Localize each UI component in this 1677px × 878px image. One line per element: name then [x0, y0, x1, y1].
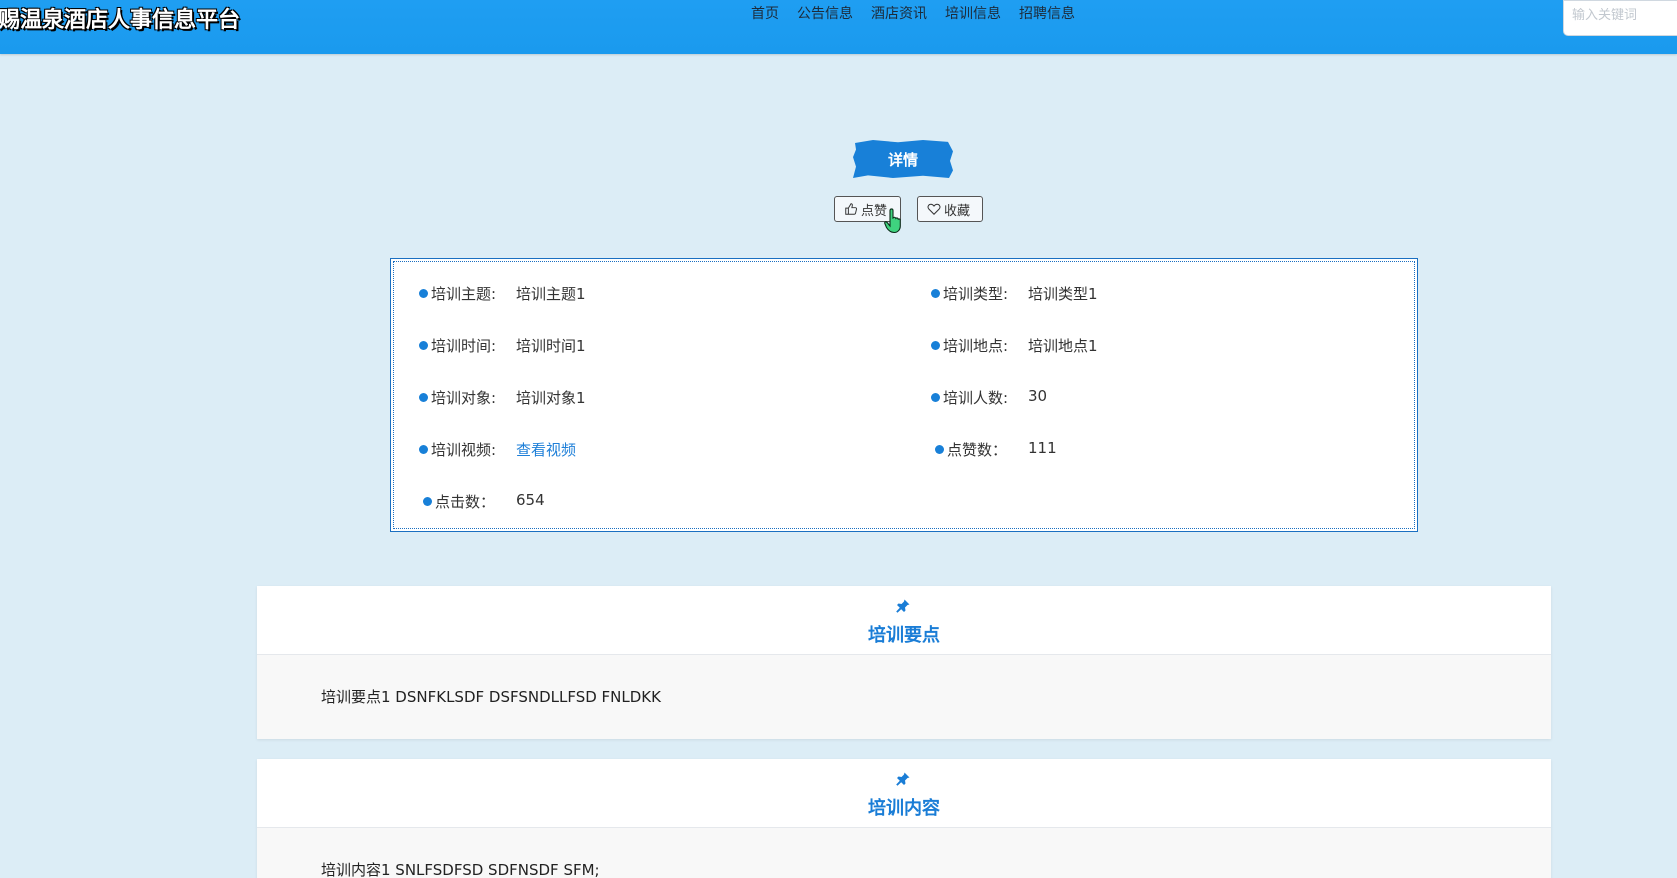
info-row: 培训对象: 培训对象1 [419, 387, 586, 408]
section-content: 培训要点1 DSNFKLSDF DSFSNDLLFSD FNLDKK [321, 688, 661, 706]
bullet-dot-icon [423, 497, 432, 506]
pin-icon [896, 772, 910, 786]
like-button[interactable]: 点赞 [834, 196, 901, 222]
bullet-dot-icon [935, 445, 944, 454]
section-header: 培训要点 [257, 586, 1551, 655]
like-label: 点赞 [861, 203, 888, 219]
section-title: 培训要点 [868, 625, 940, 646]
section-title: 培训内容 [868, 798, 940, 819]
section-header: 培训内容 [257, 759, 1551, 828]
info-value: 111 [1028, 439, 1057, 457]
training-info-card: 培训主题: 培训主题1 培训类型: 培训类型1 培训时间: 培训时间1 培训地点… [390, 258, 1418, 532]
info-value: 培训类型1 [1028, 285, 1098, 303]
info-value: 培训时间1 [516, 337, 586, 355]
nav-item-hotel-news[interactable]: 酒店资讯 [862, 4, 936, 26]
page: 赐温泉酒店人事信息平台 首页 公告信息 酒店资讯 培训信息 招聘信息 详情 点赞… [0, 0, 1677, 878]
info-label: 培训地点: [943, 337, 1009, 355]
info-label: 培训类型: [943, 285, 1009, 303]
training-key-points-section: 培训要点 培训要点1 DSNFKLSDF DSFSNDLLFSD FNLDKK [257, 586, 1551, 739]
info-row: 培训时间: 培训时间1 [419, 335, 586, 356]
bullet-dot-icon [931, 393, 940, 402]
info-label: 点击数： [435, 493, 496, 511]
info-label: 培训人数: [943, 389, 1009, 407]
info-row: 点赞数： 111 [935, 439, 1057, 460]
info-value: 30 [1028, 387, 1048, 405]
search-input[interactable] [1572, 8, 1677, 23]
info-label: 点赞数： [947, 441, 1008, 459]
nav-item-home[interactable]: 首页 [742, 4, 788, 26]
nav-item-training[interactable]: 培训信息 [936, 4, 1010, 26]
bullet-dot-icon [931, 289, 940, 298]
info-row: 培训类型: 培训类型1 [931, 283, 1098, 304]
section-content: 培训内容1 SNLFSDFSD SDFNSDF SFM; [321, 861, 600, 878]
info-label: 培训对象: [431, 389, 497, 407]
view-video-link[interactable]: 查看视频 [516, 439, 576, 460]
info-value: 培训地点1 [1028, 337, 1098, 355]
info-row: 点击数： 654 [423, 491, 545, 512]
bullet-dot-icon [419, 341, 428, 350]
nav-item-recruitment[interactable]: 招聘信息 [1010, 4, 1084, 26]
info-label: 培训时间: [431, 337, 497, 355]
bullet-dot-icon [931, 341, 940, 350]
heart-icon [927, 203, 941, 215]
info-label: 培训主题: [431, 285, 497, 303]
info-value: 培训对象1 [516, 389, 586, 407]
top-navbar: 赐温泉酒店人事信息平台 首页 公告信息 酒店资讯 培训信息 招聘信息 [0, 0, 1677, 54]
site-title[interactable]: 赐温泉酒店人事信息平台 [0, 2, 240, 34]
training-content-section: 培训内容 培训内容1 SNLFSDFSD SDFNSDF SFM; [257, 759, 1551, 878]
main-nav: 首页 公告信息 酒店资讯 培训信息 招聘信息 [742, 4, 1084, 26]
info-row: 培训视频: 查看视频 [419, 439, 576, 460]
search-box [1563, 0, 1677, 36]
bullet-dot-icon [419, 393, 428, 402]
favorite-button[interactable]: 收藏 [917, 196, 983, 222]
info-row: 培训地点: 培训地点1 [931, 335, 1098, 356]
detail-title-badge: 详情 [853, 140, 953, 178]
pin-icon [896, 599, 910, 613]
info-value: 培训主题1 [516, 285, 586, 303]
nav-item-announcements[interactable]: 公告信息 [788, 4, 862, 26]
info-row: 培训人数: 30 [931, 387, 1047, 408]
bullet-dot-icon [419, 289, 428, 298]
info-row: 培训主题: 培训主题1 [419, 283, 586, 304]
favorite-label: 收藏 [944, 203, 971, 219]
bullet-dot-icon [419, 445, 428, 454]
info-label: 培训视频: [431, 441, 497, 459]
thumbs-up-icon [845, 203, 858, 215]
info-value: 654 [516, 491, 545, 509]
